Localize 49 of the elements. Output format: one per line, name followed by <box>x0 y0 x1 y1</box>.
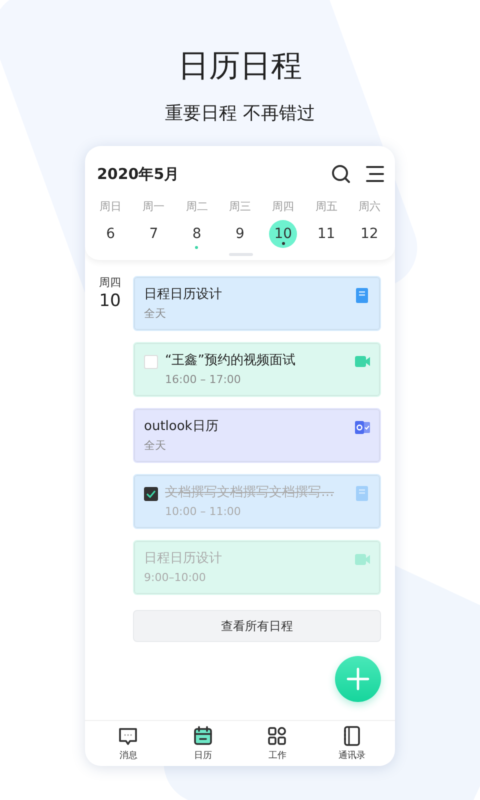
view-all-button[interactable]: 查看所有日程 <box>133 610 381 642</box>
day-button[interactable]: 12 <box>355 220 384 248</box>
event-time: 全天 <box>144 438 167 454</box>
video-camera-icon <box>354 551 371 568</box>
event-title: 日程日历设计 <box>144 286 223 304</box>
event-title: 日程日历设计 <box>144 550 223 568</box>
event-title: “王鑫”预约的视频面试 <box>165 352 296 370</box>
mail-app-icon <box>354 419 371 436</box>
event-time: 9:00–10:00 <box>144 570 207 586</box>
event-title: 文档撰写文档撰写文档撰写… <box>165 484 335 502</box>
plus-icon <box>346 667 370 691</box>
nav-tab[interactable]: 日历 <box>166 721 240 766</box>
nav-tab[interactable]: 工作 <box>240 721 314 766</box>
day-button[interactable]: 8 <box>182 220 211 248</box>
video-camera-icon <box>354 353 371 370</box>
weekday-label: 周四 <box>272 200 294 214</box>
weekday-label: 周五 <box>315 200 338 214</box>
search-icon[interactable] <box>331 164 351 184</box>
day-button[interactable]: 10 <box>269 220 298 248</box>
agenda-weekday: 周四 <box>99 276 121 290</box>
bookmark-icon <box>354 485 371 502</box>
event-title: outlook日历 <box>144 418 220 436</box>
weekday-label: 周三 <box>228 200 251 214</box>
headline-subtitle: 重要日程 不再错过 <box>165 102 315 126</box>
agenda-date: 10 <box>99 290 121 312</box>
nav-tab[interactable]: 消息 <box>91 721 166 766</box>
bookmark-icon <box>354 287 371 304</box>
headline-title: 日历日程 <box>178 47 302 86</box>
day-button[interactable]: 11 <box>312 220 340 248</box>
weekday-label: 周二 <box>186 200 208 214</box>
event-time: 10:00 – 11:00 <box>165 504 242 520</box>
grid-icon <box>266 725 288 747</box>
weekday-label: 周一 <box>142 200 165 214</box>
menu-icon[interactable] <box>365 165 385 183</box>
event-card[interactable]: 日程日历设计 全天 <box>133 276 381 331</box>
weekday-label: 周日 <box>100 200 122 214</box>
day-button[interactable]: 7 <box>140 220 168 248</box>
chat-bubble-icon <box>117 725 140 747</box>
month-title: 2020年5月 <box>97 164 180 184</box>
calendar-icon <box>192 725 214 747</box>
event-card[interactable]: outlook日历 全天 <box>133 408 381 463</box>
event-time: 16:00 – 17:00 <box>165 372 242 388</box>
event-card[interactable]: “王鑫”预约的视频面试 16:00 – 17:00 <box>133 342 381 397</box>
checkbox[interactable] <box>144 487 158 501</box>
day-button[interactable]: 6 <box>96 220 125 248</box>
nav-tab[interactable]: 通讯录 <box>314 721 389 766</box>
event-time: 全天 <box>144 306 167 322</box>
day-button[interactable]: 9 <box>226 220 254 248</box>
weekday-label: 周六 <box>358 200 380 214</box>
